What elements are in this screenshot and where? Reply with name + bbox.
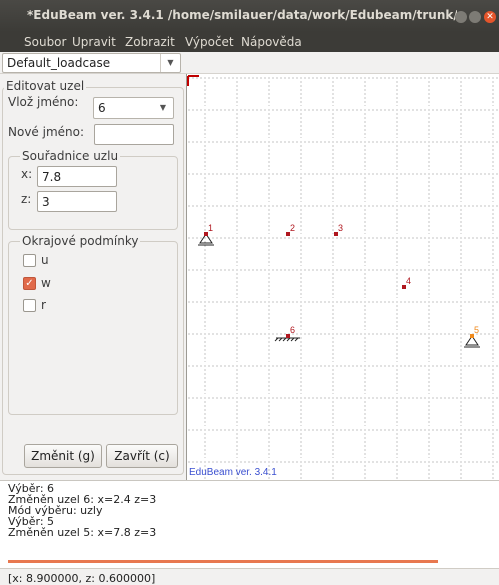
bc-w-checkbox[interactable]: ✓ bbox=[23, 277, 36, 290]
node-label: 5 bbox=[474, 325, 479, 335]
close-panel-button[interactable]: Zavřít (c) bbox=[106, 444, 178, 468]
minimize-button[interactable] bbox=[455, 11, 467, 23]
loadcase-select[interactable]: Default_loadcase ▼ bbox=[2, 53, 181, 73]
menu-vypocet[interactable]: Výpočet bbox=[185, 35, 234, 49]
bc-r-checkbox[interactable] bbox=[23, 299, 36, 312]
new-name-label: Nové jméno: bbox=[8, 125, 85, 139]
log-line: Změněn uzel 5: x=7.8 z=3 bbox=[8, 526, 157, 539]
loadcase-value: Default_loadcase bbox=[7, 56, 111, 70]
bc-w-label: w bbox=[41, 276, 51, 290]
drawing-canvas[interactable]: 1 2 3 4 6 5 EduBeam ver. 3.4.1 bbox=[187, 74, 499, 480]
maximize-button[interactable] bbox=[469, 11, 481, 23]
insert-name-value: 6 bbox=[98, 101, 106, 115]
new-name-input[interactable] bbox=[94, 124, 174, 145]
toolbar: Default_loadcase ▼ bbox=[0, 52, 499, 74]
node-label: 1 bbox=[208, 223, 213, 233]
check-icon: ✓ bbox=[25, 278, 34, 289]
edit-node-title: Editovat uzel bbox=[4, 79, 87, 93]
window-title: *EduBeam ver. 3.4.1 /home/smilauer/data/… bbox=[27, 8, 457, 22]
insert-name-select[interactable]: 6 ▼ bbox=[93, 97, 174, 119]
grid bbox=[187, 74, 499, 480]
message-log: Výběr: 6 Změněn uzel 6: x=2.4 z=3 Mód vý… bbox=[0, 480, 499, 568]
chevron-down-icon: ▼ bbox=[159, 103, 167, 112]
z-input[interactable]: 3 bbox=[37, 191, 117, 212]
bc-group bbox=[8, 241, 178, 415]
node-label: 4 bbox=[406, 276, 411, 286]
x-label: x: bbox=[21, 167, 33, 181]
change-button[interactable]: Změnit (g) bbox=[24, 444, 102, 468]
node-label: 2 bbox=[290, 223, 295, 233]
coords-title: Souřadnice uzlu bbox=[20, 149, 121, 163]
node-label: 6 bbox=[290, 325, 295, 335]
menu-upravit[interactable]: Upravit bbox=[72, 35, 116, 49]
close-button[interactable]: ✕ bbox=[484, 11, 496, 23]
bc-u-checkbox[interactable] bbox=[23, 254, 36, 267]
edit-node-panel: Editovat uzel Vlož jméno: 6 ▼ Nové jméno… bbox=[0, 74, 187, 480]
canvas-svg: 1 2 3 4 6 5 EduBeam ver. 3.4.1 bbox=[187, 74, 499, 480]
node-label: 3 bbox=[338, 223, 343, 233]
watermark-text: EduBeam ver. 3.4.1 bbox=[189, 467, 277, 478]
insert-name-label: Vlož jméno: bbox=[8, 95, 79, 109]
menu-napoveda[interactable]: Nápověda bbox=[241, 35, 302, 49]
bc-u-label: u bbox=[41, 253, 49, 267]
z-label: z: bbox=[21, 192, 32, 206]
x-input[interactable]: 7.8 bbox=[37, 166, 117, 187]
title-bar: *EduBeam ver. 3.4.1 /home/smilauer/data/… bbox=[0, 0, 499, 32]
log-line: Mód výběru: uzly bbox=[8, 504, 103, 517]
menu-bar: Soubor Upravit Zobrazit Výpočet Nápověda bbox=[0, 32, 499, 52]
menu-zobrazit[interactable]: Zobrazit bbox=[125, 35, 175, 49]
progress-bar bbox=[8, 560, 438, 563]
bc-title: Okrajové podmínky bbox=[20, 234, 141, 248]
chevron-down-icon: ▼ bbox=[160, 54, 180, 72]
close-icon: ✕ bbox=[486, 12, 494, 22]
menu-soubor[interactable]: Soubor bbox=[24, 35, 66, 49]
status-bar: [x: 8.900000, z: 0.600000] bbox=[0, 568, 499, 585]
bc-r-label: r bbox=[41, 298, 46, 312]
